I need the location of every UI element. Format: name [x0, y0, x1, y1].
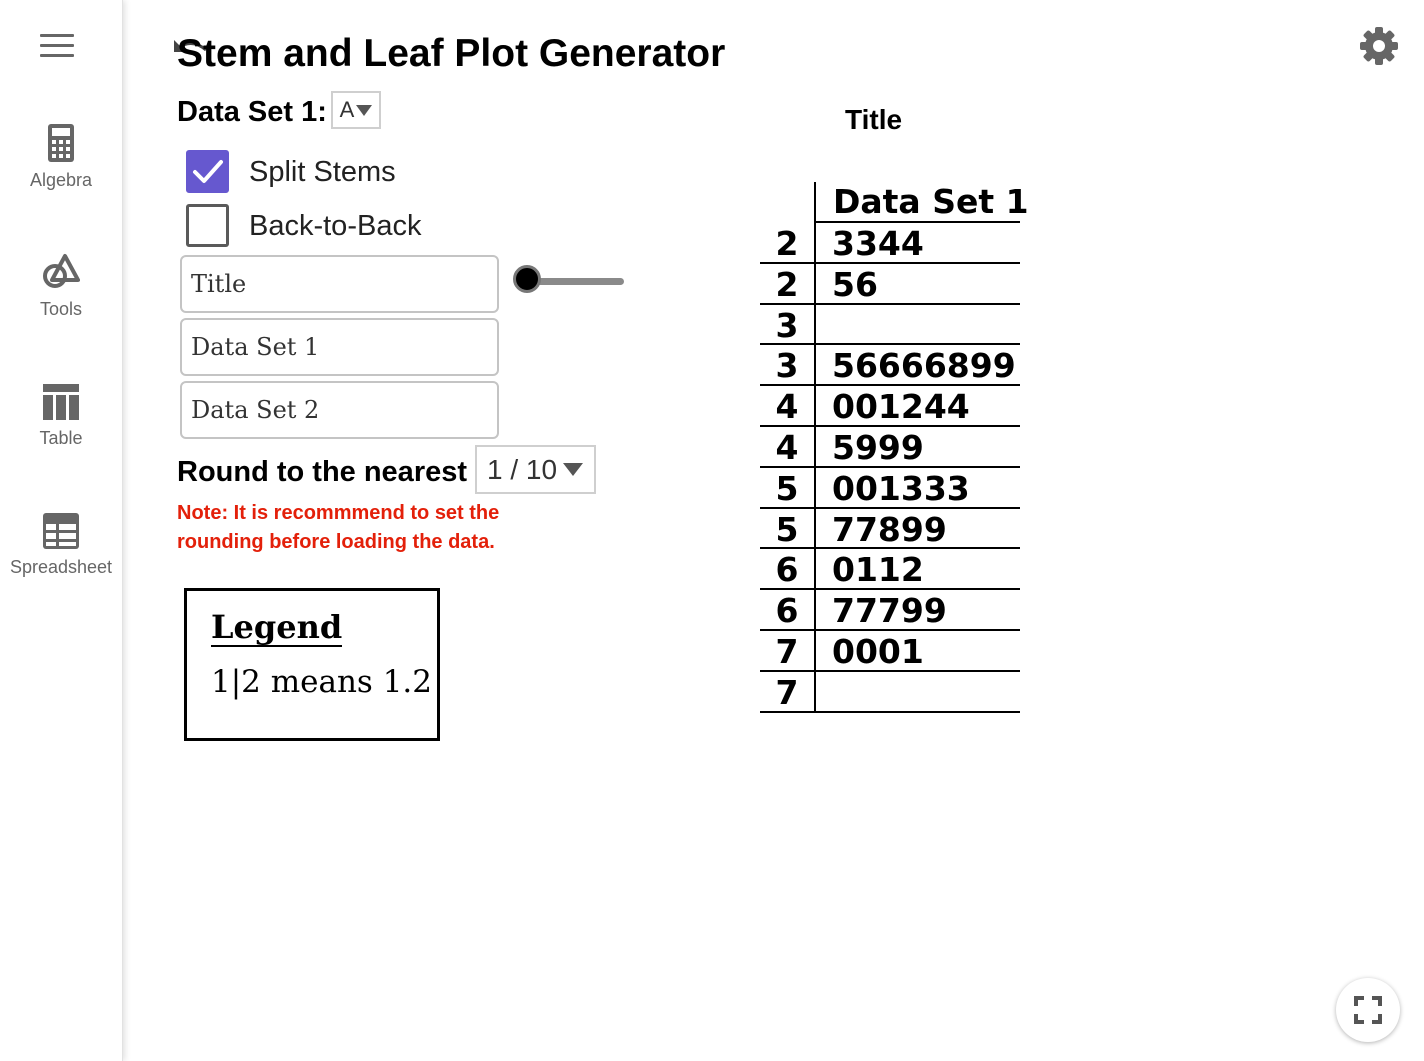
row-divider — [760, 629, 1020, 631]
slider-handle[interactable] — [513, 265, 541, 293]
stem-cell: 5 — [775, 509, 799, 549]
leaf-cell: 56 — [832, 264, 878, 304]
row-divider — [760, 547, 1020, 550]
gear-icon[interactable] — [1359, 26, 1399, 66]
leaf-cell: 56666899 — [832, 346, 1016, 386]
sidebar-item-label: Table — [39, 428, 83, 448]
title-input[interactable] — [180, 255, 499, 313]
legend-box: Legend 1|2 means 1.2 — [184, 588, 440, 741]
row-divider — [760, 465, 1020, 468]
round-label: Round to the nearest — [177, 456, 468, 488]
row-divider — [760, 384, 1020, 387]
row-divider — [760, 506, 1020, 509]
calculator-icon — [48, 124, 74, 162]
row-divider — [760, 302, 1020, 305]
row-divider — [760, 261, 1020, 264]
legend-title: Legend — [211, 608, 343, 647]
stem-cell: 4 — [775, 387, 799, 427]
legend-text: 1|2 means 1.2 — [211, 664, 432, 700]
leaf-cell: 77899 — [832, 509, 947, 549]
sidebar-item-tools[interactable]: Tools — [0, 253, 122, 320]
leaf-cell: 77799 — [832, 591, 947, 631]
leaf-cell: 001333 — [832, 468, 970, 508]
row-divider — [814, 221, 1020, 223]
fullscreen-icon — [1354, 996, 1382, 1024]
sidebar-item-spreadsheet[interactable]: Spreadsheet — [0, 513, 122, 578]
sidebar-item-label: Tools — [39, 299, 83, 319]
split-stems-checkbox[interactable] — [186, 150, 229, 193]
fullscreen-button[interactable] — [1336, 978, 1400, 1042]
row-divider — [760, 425, 1020, 427]
leaf-cell: 0001 — [832, 632, 924, 671]
back-to-back-checkbox[interactable] — [186, 204, 229, 247]
stem-cell: 5 — [775, 468, 799, 508]
dataset-dropdown[interactable]: A — [331, 91, 381, 129]
sidebar-item-label: Algebra — [29, 170, 93, 190]
spreadsheet-icon — [43, 513, 79, 549]
stem-cell: 7 — [775, 632, 799, 671]
row-divider — [760, 710, 1020, 713]
dataset-selected-value: A — [339, 97, 355, 122]
stem-cell: 3 — [775, 346, 799, 386]
dataset-label: Data Set 1: — [177, 96, 327, 128]
checkmark-icon — [193, 160, 223, 183]
stem-cell: 6 — [775, 591, 799, 631]
sidebar-item-algebra[interactable]: Algebra — [0, 124, 122, 191]
sidebar-item-label: Spreadsheet — [9, 557, 113, 577]
dataset1-input[interactable] — [180, 318, 499, 376]
dataset2-input[interactable] — [180, 381, 499, 439]
slider-track[interactable] — [528, 278, 624, 285]
split-stems-label[interactable]: Split Stems — [249, 156, 396, 189]
hamburger-menu-icon[interactable] — [40, 34, 76, 60]
leaf-cell: 001244 — [832, 387, 970, 427]
sidebar: Algebra Tools Table Spreadsheet — [0, 0, 123, 1061]
stem-cell: 2 — [775, 264, 799, 304]
leaf-cell: 0112 — [832, 550, 924, 590]
leaf-cell: 5999 — [832, 428, 924, 467]
sidebar-item-table[interactable]: Table — [0, 384, 122, 449]
row-divider — [760, 669, 1020, 672]
stem-cell: 6 — [775, 550, 799, 590]
row-divider — [760, 343, 1020, 346]
stem-cell: 4 — [775, 428, 799, 467]
chevron-down-icon — [563, 463, 584, 476]
round-selected-value: 1 / 10 — [487, 453, 558, 485]
plot-header: Data Set 1 — [833, 182, 1029, 221]
round-dropdown[interactable]: 1 / 10 — [475, 445, 596, 494]
tools-icon — [43, 254, 80, 288]
leaf-cell: 3344 — [832, 224, 924, 263]
stem-cell: 7 — [775, 672, 799, 712]
row-divider — [760, 588, 1020, 591]
table-icon — [43, 384, 79, 420]
chevron-down-icon — [356, 104, 373, 116]
back-to-back-label[interactable]: Back-to-Back — [249, 210, 421, 243]
stem-cell: 3 — [775, 305, 799, 345]
rounding-note: Note: It is recommmend to set the roundi… — [177, 502, 500, 553]
page-title: Stem and Leaf Plot Generator — [177, 32, 726, 75]
stem-cell: 2 — [775, 224, 799, 263]
plot-title: Title — [845, 104, 903, 135]
